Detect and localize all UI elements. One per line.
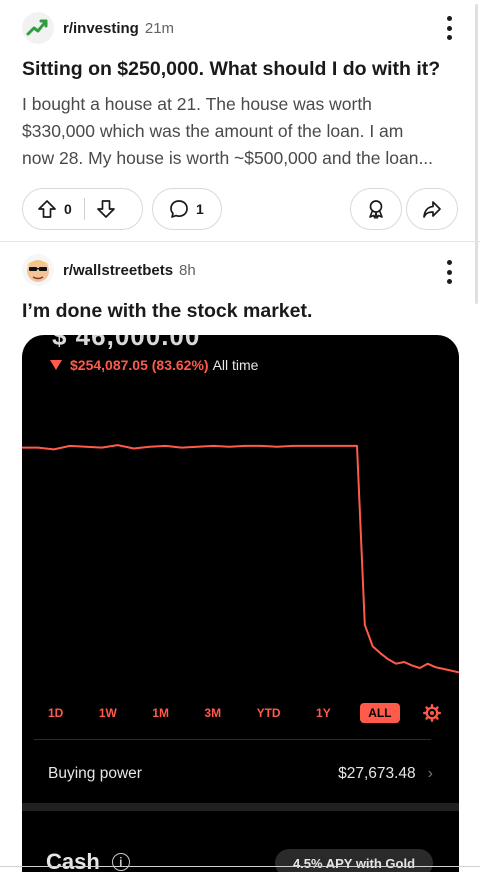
- more-vertical-icon[interactable]: [446, 260, 452, 284]
- range-1y[interactable]: 1Y: [310, 703, 337, 723]
- post-age: 21m: [144, 19, 175, 37]
- down-triangle-icon: [50, 360, 62, 370]
- post-title[interactable]: I’m done with the stock market.: [22, 298, 462, 324]
- scrollbar[interactable]: [475, 4, 478, 304]
- portfolio-value-cut: $ 46,000.00: [52, 335, 201, 351]
- range-1d[interactable]: 1D: [42, 703, 69, 723]
- subreddit-name[interactable]: r/wallstreetbets: [63, 262, 173, 279]
- vote-divider: [83, 198, 85, 220]
- apy-gold-pill[interactable]: 4.5% APY with Gold: [275, 849, 433, 872]
- chevron-right-icon: ›: [427, 765, 433, 782]
- more-vertical-icon[interactable]: [446, 16, 452, 40]
- section-divider: [22, 803, 459, 811]
- comment-count: 1: [196, 201, 204, 217]
- buying-power-label: Buying power: [48, 765, 142, 782]
- post-wallstreetbets[interactable]: r/wallstreetbets 8h I’m done with the st…: [0, 242, 480, 872]
- post-body[interactable]: I bought a house at 21. The house was wo…: [22, 91, 462, 172]
- buying-power-row[interactable]: Buying power $27,673.48 ›: [48, 763, 433, 785]
- post-actions: 0 1: [22, 188, 458, 230]
- post-title[interactable]: Sitting on $250,000. What should I do wi…: [22, 56, 462, 82]
- cash-label: Cash: [46, 849, 100, 872]
- change-row: $254,087.05 (83.62%) All time: [50, 357, 258, 373]
- post-age: 8h: [179, 261, 196, 279]
- comment-button[interactable]: 1: [152, 188, 222, 230]
- post-body-line: I bought a house at 21. The house was wo…: [22, 94, 372, 114]
- change-label: All time: [212, 357, 259, 373]
- chart-series-line: [22, 444, 459, 674]
- post-image[interactable]: $ 46,000.00 $254,087.05 (83.62%) All tim…: [22, 335, 459, 872]
- range-1w[interactable]: 1W: [93, 703, 123, 723]
- post-body-line: $330,000 which was the amount of the loa…: [22, 121, 404, 141]
- post-meta: r/investing 21m: [22, 12, 174, 44]
- range-3m[interactable]: 3M: [198, 703, 227, 723]
- post-body-line: now 28. My house is worth ~$500,000 and …: [22, 148, 434, 168]
- info-icon[interactable]: i: [111, 853, 130, 871]
- share-button[interactable]: [406, 188, 458, 230]
- award-icon: [365, 198, 387, 220]
- vote-count: 0: [64, 201, 72, 217]
- portfolio-line-chart: [22, 444, 459, 674]
- buying-power-value: $27,673.48: [338, 765, 416, 782]
- range-all[interactable]: ALL: [360, 703, 400, 723]
- gear-icon[interactable]: [422, 704, 441, 722]
- stock-chart-icon[interactable]: [22, 12, 54, 44]
- buying-power-right: $27,673.48 ›: [338, 765, 433, 783]
- subreddit-name[interactable]: r/investing: [63, 20, 139, 37]
- award-button[interactable]: [350, 188, 402, 230]
- change-value: $254,087.05 (83.62%): [70, 357, 209, 373]
- post-meta: r/wallstreetbets 8h: [22, 254, 196, 286]
- share-arrow-icon: [421, 198, 443, 220]
- vote-pill: 0: [22, 188, 143, 230]
- cash-heading: Cash i: [46, 849, 130, 872]
- range-selector: 1D 1W 1M 3M YTD 1Y ALL: [42, 703, 441, 723]
- wsb-mascot-icon[interactable]: [22, 254, 54, 286]
- post-investing[interactable]: r/investing 21m Sitting on $250,000. Wha…: [0, 0, 480, 242]
- divider: [34, 739, 431, 740]
- upvote-arrow-icon[interactable]: [36, 198, 58, 220]
- downvote-arrow-icon[interactable]: [95, 198, 117, 220]
- bottom-divider: [0, 866, 480, 867]
- range-ytd[interactable]: YTD: [251, 703, 287, 723]
- comment-bubble-icon: [168, 198, 190, 220]
- range-1m[interactable]: 1M: [146, 703, 175, 723]
